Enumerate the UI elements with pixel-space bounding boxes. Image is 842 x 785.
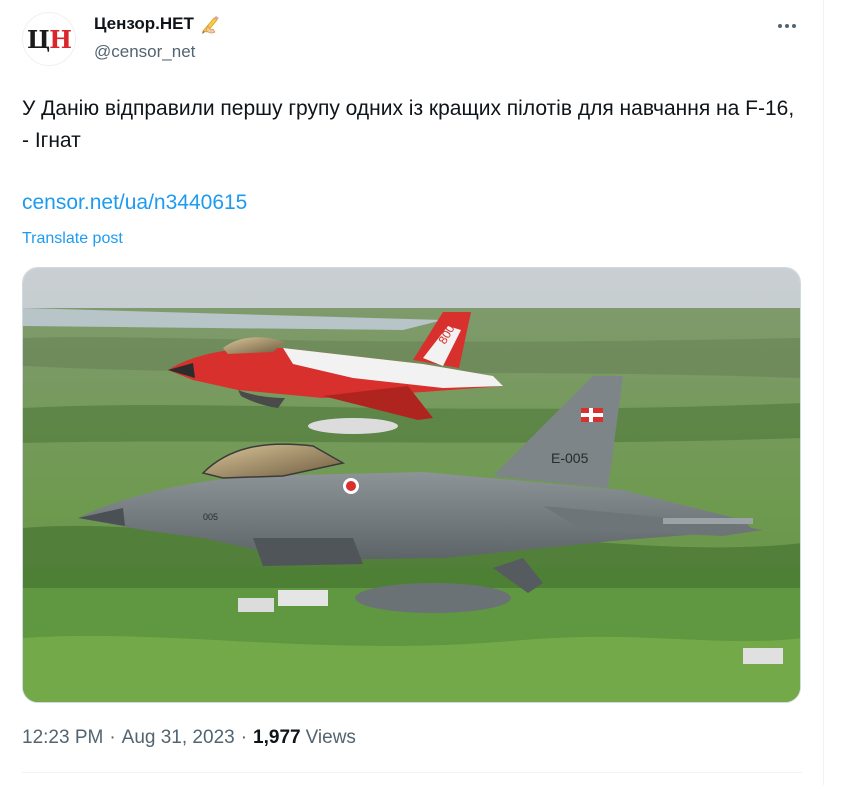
meta-separator: ·: [240, 727, 248, 748]
more-options-button[interactable]: [772, 14, 802, 38]
views-label[interactable]: Views: [306, 727, 356, 749]
meta-separator: ·: [109, 727, 116, 748]
author-handle[interactable]: @censor_net: [94, 42, 195, 62]
avatar-logo: ЦН: [27, 24, 72, 54]
post-header: ЦН Цензор.НЕТ @censor_net: [22, 12, 802, 68]
views-count[interactable]: 1,977: [253, 727, 301, 749]
author-name[interactable]: Цензор.НЕТ: [94, 13, 221, 35]
avatar[interactable]: ЦН: [22, 12, 76, 66]
front-jet-nose-number: 005: [203, 512, 218, 522]
post-meta: 12:23 PM · Aug 31, 2023 · 1,977 Views: [22, 727, 356, 749]
front-jet-tail-number: E-005: [551, 450, 589, 466]
post-link[interactable]: censor.net/ua/n3440615: [22, 191, 247, 215]
translate-post-link[interactable]: Translate post: [22, 230, 123, 248]
writing-hand-icon: [199, 13, 221, 35]
post-time[interactable]: 12:23 PM: [22, 727, 103, 749]
divider: [22, 772, 802, 773]
post-image[interactable]: 800 E-005 005: [22, 267, 801, 703]
more-dot-icon: [792, 24, 796, 28]
more-dot-icon: [778, 24, 782, 28]
post-text: У Данію відправили першу групу одних із …: [22, 97, 801, 152]
fighter-jets-photo: 800 E-005 005: [23, 268, 800, 702]
more-dot-icon: [785, 24, 789, 28]
post-date[interactable]: Aug 31, 2023: [122, 727, 235, 749]
author-display-name[interactable]: Цензор.НЕТ: [94, 14, 194, 34]
column-border: [823, 0, 824, 785]
